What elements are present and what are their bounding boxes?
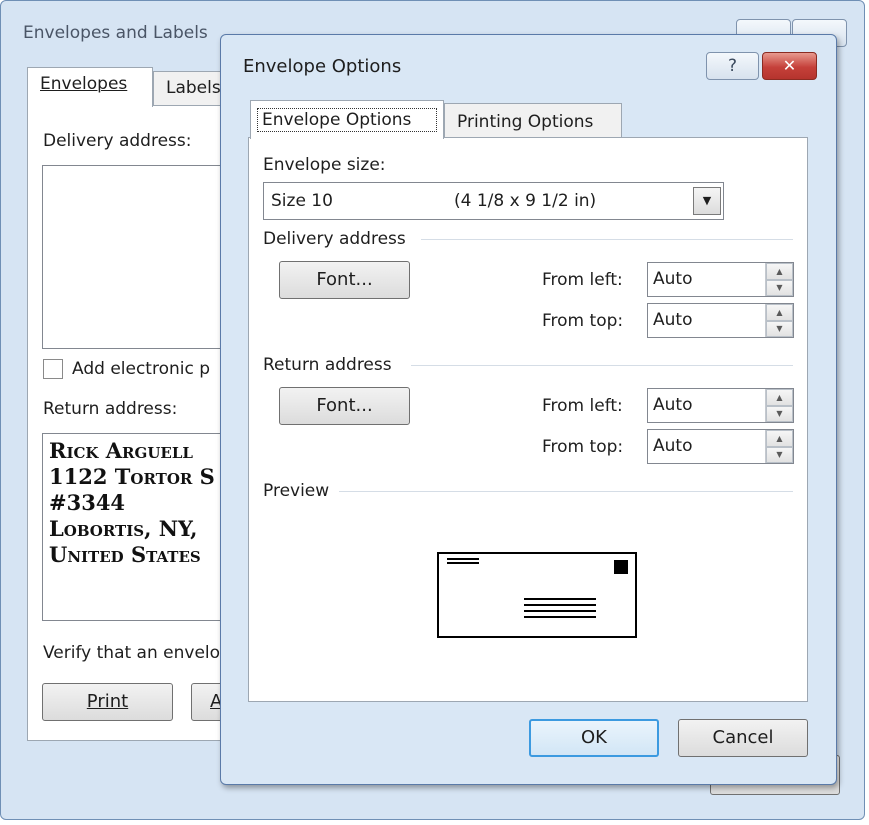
return-address-line: Rick Arguell — [49, 438, 193, 463]
close-button[interactable]: ✕ — [762, 52, 817, 80]
return-address-line: 1122 Tortor S — [49, 464, 215, 489]
return-address-label: Return address: — [43, 399, 178, 419]
tab-envelope-options[interactable]: Envelope Options — [250, 100, 444, 139]
return-font-button[interactable]: Font... — [279, 387, 410, 425]
spinner-arrows[interactable]: ▲ ▼ — [765, 430, 793, 463]
return-address-line: #3344 — [49, 490, 126, 515]
dropdown-button[interactable]: ▼ — [693, 187, 721, 215]
print-button[interactable]: Print — [42, 683, 173, 721]
preview-delivery-line — [524, 610, 596, 612]
spin-down-icon[interactable]: ▼ — [766, 320, 793, 337]
spin-down-icon[interactable]: ▼ — [766, 446, 793, 463]
envelope-options-dialog: Envelope Options ? ✕ Envelope Options Pr… — [220, 34, 837, 785]
delivery-from-left-value: Auto — [653, 269, 693, 289]
preview-group-label: Preview — [263, 481, 330, 501]
preview-stamp — [614, 560, 628, 574]
delivery-from-top-label: From top: — [542, 311, 624, 331]
preview-return-line — [447, 562, 479, 564]
return-group-divider — [411, 365, 793, 366]
delivery-font-button-label: Font... — [316, 269, 373, 290]
spin-up-icon[interactable]: ▲ — [766, 389, 793, 406]
return-from-left-spinner[interactable]: Auto ▲ ▼ — [647, 388, 794, 423]
chevron-down-icon: ▼ — [702, 194, 712, 207]
tab-printing-options[interactable]: Printing Options — [444, 103, 622, 138]
delivery-group-divider — [421, 239, 793, 240]
delivery-from-top-spinner[interactable]: Auto ▲ ▼ — [647, 303, 794, 338]
return-from-top-label: From top: — [542, 437, 624, 457]
tab-envelope-options-label: Envelope Options — [262, 110, 412, 130]
envelope-size-select[interactable]: Size 10 (4 1/8 x 9 1/2 in) ▼ — [263, 182, 724, 220]
verify-envelope-text: Verify that an envelo — [43, 643, 221, 663]
spin-up-icon[interactable]: ▲ — [766, 263, 793, 280]
spin-up-icon[interactable]: ▲ — [766, 430, 793, 447]
return-address-input[interactable]: Rick Arguell 1122 Tortor S #3344 Loborti… — [42, 433, 242, 621]
envelope-size-label: Envelope size: — [263, 155, 386, 175]
spinner-arrows[interactable]: ▲ ▼ — [765, 304, 793, 337]
return-from-top-value: Auto — [653, 436, 693, 456]
tab-envelopes-label: Envelopes — [40, 74, 128, 94]
preview-group-divider — [339, 491, 793, 492]
delivery-from-top-value: Auto — [653, 310, 693, 330]
delivery-from-left-spinner[interactable]: Auto ▲ ▼ — [647, 262, 794, 297]
envelope-size-value: Size 10 — [271, 191, 333, 211]
delivery-address-label: Delivery address: — [43, 131, 192, 151]
spinner-arrows[interactable]: ▲ ▼ — [765, 389, 793, 422]
tab-printing-options-label: Printing Options — [457, 112, 594, 132]
preview-delivery-line — [524, 616, 596, 618]
cancel-button[interactable]: Cancel — [678, 719, 808, 757]
delivery-font-button[interactable]: Font... — [279, 261, 410, 299]
preview-delivery-line — [524, 598, 596, 600]
envelope-size-dims: (4 1/8 x 9 1/2 in) — [454, 191, 597, 211]
background-dialog-title: Envelopes and Labels — [23, 23, 208, 43]
return-address-line: United States — [49, 542, 201, 567]
ok-button-label: OK — [581, 727, 607, 748]
return-from-left-value: Auto — [653, 395, 693, 415]
return-from-top-spinner[interactable]: Auto ▲ ▼ — [647, 429, 794, 464]
delivery-address-input[interactable] — [42, 165, 242, 349]
cancel-button-label: Cancel — [712, 727, 774, 748]
add-electronic-postage-label: Add electronic p — [72, 359, 211, 379]
ok-button[interactable]: OK — [529, 719, 659, 757]
delivery-from-left-label: From left: — [542, 270, 623, 290]
help-button[interactable]: ? — [706, 52, 759, 80]
tab-labels-label: Labels — [166, 78, 221, 98]
return-address-group-label: Return address — [263, 355, 392, 375]
return-font-button-label: Font... — [316, 395, 373, 416]
delivery-address-group-label: Delivery address — [263, 229, 406, 249]
return-address-text: Rick Arguell 1122 Tortor S #3344 Loborti… — [49, 438, 215, 568]
envelope-preview — [437, 552, 637, 638]
tab-envelope-options-focus: Envelope Options — [257, 108, 437, 132]
spin-down-icon[interactable]: ▼ — [766, 279, 793, 296]
tab-envelopes[interactable]: Envelopes — [27, 67, 153, 107]
add-electronic-postage-checkbox[interactable] — [43, 359, 63, 379]
dialog-title: Envelope Options — [243, 56, 402, 77]
spin-up-icon[interactable]: ▲ — [766, 304, 793, 321]
print-button-label: Print — [86, 691, 129, 712]
spin-down-icon[interactable]: ▼ — [766, 405, 793, 422]
preview-return-line — [447, 558, 479, 560]
spinner-arrows[interactable]: ▲ ▼ — [765, 263, 793, 296]
close-icon: ✕ — [782, 56, 797, 75]
return-address-line: Lobortis, NY, — [49, 516, 198, 541]
return-from-left-label: From left: — [542, 396, 623, 416]
preview-delivery-line — [524, 604, 596, 606]
help-icon: ? — [727, 56, 738, 76]
